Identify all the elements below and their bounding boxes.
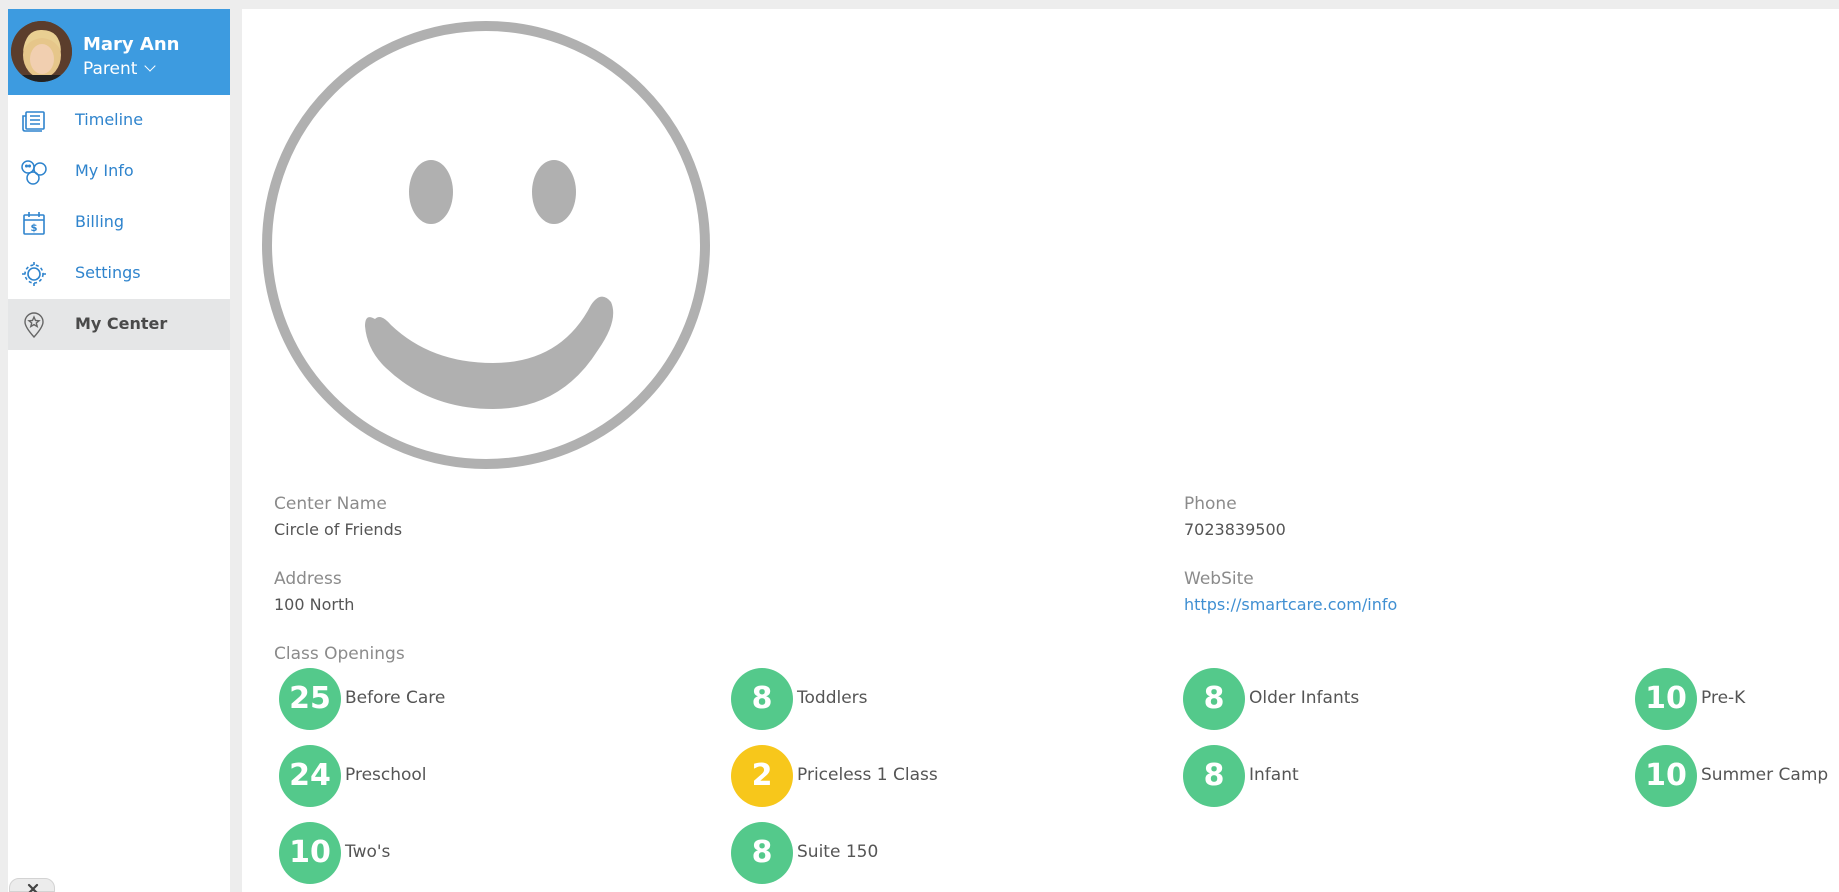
opening-class-label: Older Infants [1249,688,1360,708]
center-name: Circle of Friends [274,520,403,539]
user-name: Mary Ann [83,34,180,55]
my-center-icon [24,312,44,339]
smiley-logo-icon [262,21,710,469]
address-label: Address [274,569,342,589]
opening-count-badge: 25 [279,668,341,730]
sidebar-item-my-center[interactable]: My Center [8,299,230,350]
chevron-down-icon [144,60,157,72]
settings-icon [22,262,46,286]
opening-class-label: Infant [1249,765,1299,785]
my-info-icon [21,160,47,185]
opening-count-badge: 8 [731,822,793,884]
sidebar: Mary Ann Parent Timeline My Info $ Billi… [8,9,230,892]
billing-icon: $ [23,212,45,235]
sidebar-item-my-info[interactable]: My Info [8,146,230,197]
sidebar-item-label: Billing [75,212,125,231]
phone-value: 7023839500 [1184,520,1286,539]
opening-class-label: Pre-K [1701,688,1746,708]
timeline-icon [22,111,45,132]
sidebar-item-timeline[interactable]: Timeline [8,95,230,146]
opening-count-badge: 24 [279,745,341,807]
opening-count-badge: 10 [279,822,341,884]
sidebar-item-settings[interactable]: Settings [8,248,230,299]
svg-text:$: $ [31,223,38,234]
opening-class-label: Toddlers [797,688,868,708]
sidebar-item-label: My Info [75,161,134,180]
opening-class-label: Preschool [345,765,427,785]
class-openings-label: Class Openings [274,644,405,664]
opening-count-badge: 2 [731,745,793,807]
sidebar-item-label: My Center [75,314,168,333]
role-selector[interactable]: Parent [83,59,157,79]
corner-tool-button[interactable] [9,878,55,892]
opening-class-label: Two's [345,842,391,862]
opening-count-badge: 8 [1183,668,1245,730]
opening-class-label: Priceless 1 Class [797,765,938,785]
opening-count-badge: 10 [1635,745,1697,807]
sidebar-item-label: Settings [75,263,141,282]
opening-count-badge: 10 [1635,668,1697,730]
phone-label: Phone [1184,494,1237,514]
website-link[interactable]: https://smartcare.com/info [1184,595,1397,614]
avatar [11,21,72,82]
center-details-panel: Center Name Circle of Friends Address 10… [242,9,1839,892]
sidebar-item-label: Timeline [75,110,144,129]
opening-class-label: Suite 150 [797,842,879,862]
opening-count-badge: 8 [731,668,793,730]
user-role: Parent [83,59,138,79]
website-label: WebSite [1184,569,1254,589]
tools-icon [27,883,39,892]
address-value: 100 North [274,595,355,614]
opening-class-label: Summer Camp [1701,765,1829,785]
profile-header[interactable]: Mary Ann Parent [8,9,230,95]
opening-count-badge: 8 [1183,745,1245,807]
opening-class-label: Before Care [345,688,446,708]
sidebar-item-billing[interactable]: $ Billing [8,197,230,248]
center-name-label: Center Name [274,494,387,514]
